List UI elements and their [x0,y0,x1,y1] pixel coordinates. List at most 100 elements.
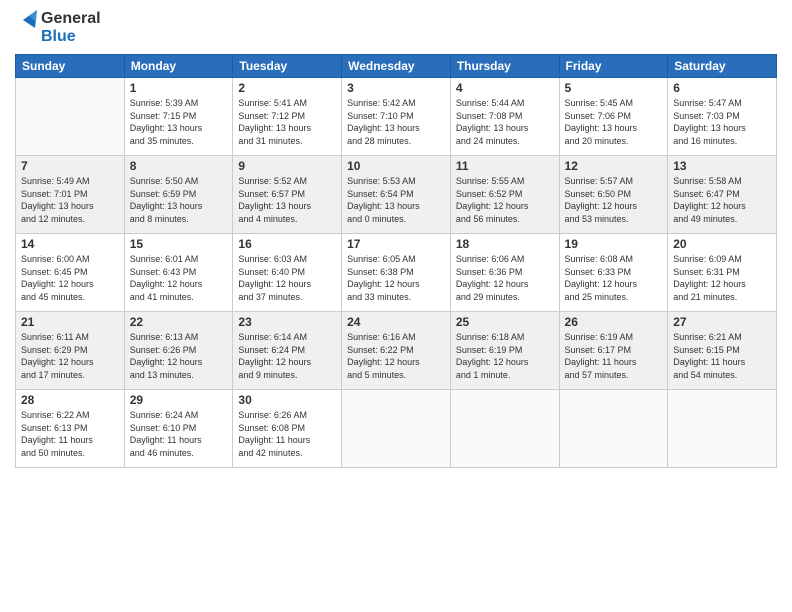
calendar-cell: 17 Sunrise: 6:05 AM Sunset: 6:38 PM Dayli… [342,234,451,312]
calendar-cell: 5 Sunrise: 5:45 AM Sunset: 7:06 PM Daylig… [559,78,668,156]
weekday-header-wednesday: Wednesday [342,55,451,78]
calendar-cell: 10 Sunrise: 5:53 AM Sunset: 6:54 PM Dayli… [342,156,451,234]
header: General Blue [15,10,777,46]
day-number: 28 [21,393,119,407]
day-info: Sunrise: 6:26 AM Sunset: 6:08 PM Dayligh… [238,409,336,459]
calendar-cell: 4 Sunrise: 5:44 AM Sunset: 7:08 PM Daylig… [450,78,559,156]
day-number: 13 [673,159,771,173]
day-number: 1 [130,81,228,95]
logo-bird-icon [15,10,37,46]
day-number: 8 [130,159,228,173]
day-info: Sunrise: 6:24 AM Sunset: 6:10 PM Dayligh… [130,409,228,459]
day-number: 5 [565,81,663,95]
day-number: 3 [347,81,445,95]
calendar-cell: 23 Sunrise: 6:14 AM Sunset: 6:24 PM Dayli… [233,312,342,390]
week-row-3: 14Sunrise: 6:00 AM Sunset: 6:45 PM Dayli… [16,234,777,312]
day-number: 6 [673,81,771,95]
calendar-cell: 12Sunrise: 5:57 AM Sunset: 6:50 PM Dayli… [559,156,668,234]
day-number: 7 [21,159,119,173]
week-row-1: 1 Sunrise: 5:39 AM Sunset: 7:15 PM Daylig… [16,78,777,156]
calendar-cell: 22 Sunrise: 6:13 AM Sunset: 6:26 PM Dayli… [124,312,233,390]
calendar-cell: 2 Sunrise: 5:41 AM Sunset: 7:12 PM Daylig… [233,78,342,156]
calendar-cell: 16 Sunrise: 6:03 AM Sunset: 6:40 PM Dayli… [233,234,342,312]
calendar-cell: 29 Sunrise: 6:24 AM Sunset: 6:10 PM Dayli… [124,390,233,468]
day-info: Sunrise: 6:11 AM Sunset: 6:29 PM Dayligh… [21,331,119,381]
weekday-header-tuesday: Tuesday [233,55,342,78]
weekday-header-thursday: Thursday [450,55,559,78]
day-number: 30 [238,393,336,407]
day-number: 15 [130,237,228,251]
day-info: Sunrise: 5:57 AM Sunset: 6:50 PM Dayligh… [565,175,663,225]
weekday-header-friday: Friday [559,55,668,78]
calendar-cell: 7Sunrise: 5:49 AM Sunset: 7:01 PM Daylig… [16,156,125,234]
calendar-cell: 13 Sunrise: 5:58 AM Sunset: 6:47 PM Dayli… [668,156,777,234]
calendar-cell: 26 Sunrise: 6:19 AM Sunset: 6:17 PM Dayli… [559,312,668,390]
calendar-cell: 11 Sunrise: 5:55 AM Sunset: 6:52 PM Dayli… [450,156,559,234]
day-info: Sunrise: 5:45 AM Sunset: 7:06 PM Dayligh… [565,97,663,147]
calendar-cell: 18Sunrise: 6:06 AM Sunset: 6:36 PM Dayli… [450,234,559,312]
weekday-header-sunday: Sunday [16,55,125,78]
day-info: Sunrise: 5:53 AM Sunset: 6:54 PM Dayligh… [347,175,445,225]
calendar-cell [450,390,559,468]
day-number: 11 [456,159,554,173]
day-info: Sunrise: 5:50 AM Sunset: 6:59 PM Dayligh… [130,175,228,225]
day-number: 9 [238,159,336,173]
logo-general-text: General [41,10,101,27]
day-number: 22 [130,315,228,329]
day-number: 23 [238,315,336,329]
week-row-5: 28 Sunrise: 6:22 AM Sunset: 6:13 PM Dayli… [16,390,777,468]
day-number: 26 [565,315,663,329]
calendar-cell [342,390,451,468]
calendar-cell: 25 Sunrise: 6:18 AM Sunset: 6:19 PM Dayli… [450,312,559,390]
logo-blue-text: Blue [41,28,76,45]
day-info: Sunrise: 5:47 AM Sunset: 7:03 PM Dayligh… [673,97,771,147]
day-info: Sunrise: 6:16 AM Sunset: 6:22 PM Dayligh… [347,331,445,381]
day-number: 18 [456,237,554,251]
weekday-header-row: SundayMondayTuesdayWednesdayThursdayFrid… [16,55,777,78]
calendar-cell: 21Sunrise: 6:11 AM Sunset: 6:29 PM Dayli… [16,312,125,390]
calendar-cell [668,390,777,468]
day-number: 10 [347,159,445,173]
calendar-cell: 6 Sunrise: 5:47 AM Sunset: 7:03 PM Daylig… [668,78,777,156]
day-info: Sunrise: 6:18 AM Sunset: 6:19 PM Dayligh… [456,331,554,381]
calendar-cell: 24Sunrise: 6:16 AM Sunset: 6:22 PM Dayli… [342,312,451,390]
calendar-cell: 15 Sunrise: 6:01 AM Sunset: 6:43 PM Dayli… [124,234,233,312]
day-info: Sunrise: 6:01 AM Sunset: 6:43 PM Dayligh… [130,253,228,303]
day-info: Sunrise: 6:00 AM Sunset: 6:45 PM Dayligh… [21,253,119,303]
day-info: Sunrise: 6:09 AM Sunset: 6:31 PM Dayligh… [673,253,771,303]
day-info: Sunrise: 5:58 AM Sunset: 6:47 PM Dayligh… [673,175,771,225]
day-number: 17 [347,237,445,251]
day-number: 29 [130,393,228,407]
calendar-cell: 19 Sunrise: 6:08 AM Sunset: 6:33 PM Dayli… [559,234,668,312]
day-info: Sunrise: 6:19 AM Sunset: 6:17 PM Dayligh… [565,331,663,381]
calendar-cell: 3Sunrise: 5:42 AM Sunset: 7:10 PM Daylig… [342,78,451,156]
day-info: Sunrise: 5:55 AM Sunset: 6:52 PM Dayligh… [456,175,554,225]
day-info: Sunrise: 6:13 AM Sunset: 6:26 PM Dayligh… [130,331,228,381]
day-info: Sunrise: 5:41 AM Sunset: 7:12 PM Dayligh… [238,97,336,147]
calendar-cell: 28 Sunrise: 6:22 AM Sunset: 6:13 PM Dayli… [16,390,125,468]
day-number: 25 [456,315,554,329]
day-info: Sunrise: 5:39 AM Sunset: 7:15 PM Dayligh… [130,97,228,147]
day-info: Sunrise: 6:03 AM Sunset: 6:40 PM Dayligh… [238,253,336,303]
day-info: Sunrise: 5:44 AM Sunset: 7:08 PM Dayligh… [456,97,554,147]
day-number: 20 [673,237,771,251]
day-info: Sunrise: 5:52 AM Sunset: 6:57 PM Dayligh… [238,175,336,225]
day-number: 2 [238,81,336,95]
calendar: SundayMondayTuesdayWednesdayThursdayFrid… [15,54,777,468]
day-info: Sunrise: 6:14 AM Sunset: 6:24 PM Dayligh… [238,331,336,381]
calendar-cell: 8 Sunrise: 5:50 AM Sunset: 6:59 PM Daylig… [124,156,233,234]
day-info: Sunrise: 6:05 AM Sunset: 6:38 PM Dayligh… [347,253,445,303]
calendar-cell [16,78,125,156]
weekday-header-monday: Monday [124,55,233,78]
logo: General Blue [15,10,101,46]
day-info: Sunrise: 6:08 AM Sunset: 6:33 PM Dayligh… [565,253,663,303]
day-info: Sunrise: 6:21 AM Sunset: 6:15 PM Dayligh… [673,331,771,381]
day-info: Sunrise: 6:22 AM Sunset: 6:13 PM Dayligh… [21,409,119,459]
calendar-cell [559,390,668,468]
day-number: 4 [456,81,554,95]
week-row-4: 21Sunrise: 6:11 AM Sunset: 6:29 PM Dayli… [16,312,777,390]
day-number: 19 [565,237,663,251]
weekday-header-saturday: Saturday [668,55,777,78]
day-number: 16 [238,237,336,251]
week-row-2: 7Sunrise: 5:49 AM Sunset: 7:01 PM Daylig… [16,156,777,234]
